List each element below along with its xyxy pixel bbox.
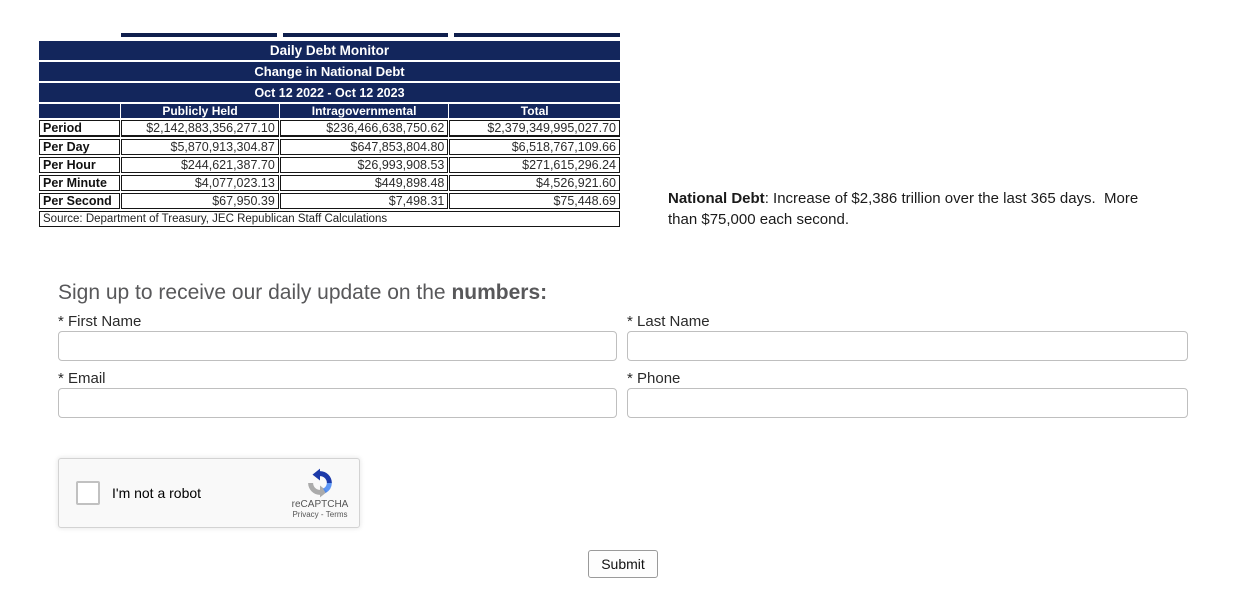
signup-heading: Sign up to receive our daily update on t… xyxy=(58,281,547,305)
national-debt-summary: National Debt: Increase of $2,386 trilli… xyxy=(668,188,1164,230)
cell-value: $449,898.48 xyxy=(279,175,449,191)
cell-value: $75,448.69 xyxy=(449,193,620,209)
recaptcha-brand: reCAPTCHA Privacy - Terms xyxy=(287,468,353,519)
recaptcha-checkbox-label: I'm not a robot xyxy=(112,485,202,501)
signup-heading-normal: Sign up to receive our daily update on t… xyxy=(58,281,452,304)
email-input[interactable] xyxy=(58,388,617,418)
first-name-label: * First Name xyxy=(58,313,142,330)
cell-value: $4,526,921.60 xyxy=(449,175,620,191)
phone-input[interactable] xyxy=(627,388,1188,418)
row-label: Per Day xyxy=(39,139,121,155)
recaptcha-terms-link[interactable]: Terms xyxy=(326,510,348,519)
row-label: Per Second xyxy=(39,193,121,209)
top-bar-segment xyxy=(121,33,277,37)
signup-form: * First Name * Last Name * Email * Phone xyxy=(58,312,1188,418)
top-bar-segment xyxy=(283,33,448,37)
table-subtitle: Change in National Debt xyxy=(39,62,620,81)
table-top-border-bars xyxy=(121,33,621,37)
cell-value: $2,142,883,356,277.10 xyxy=(121,120,279,137)
column-header-publicly-held: Publicly Held xyxy=(121,104,279,118)
recaptcha-checkbox[interactable] xyxy=(76,481,100,505)
recaptcha-widget: I'm not a robot reCAPTCHA Privacy - Term… xyxy=(58,458,360,528)
first-name-input[interactable] xyxy=(58,331,617,361)
column-header-intragovernmental: Intragovernmental xyxy=(279,104,449,118)
submit-button[interactable]: Submit xyxy=(588,550,658,578)
table-row: Per Second $67,950.39 $7,498.31 $75,448.… xyxy=(39,193,620,209)
recaptcha-logo-icon xyxy=(308,468,332,497)
table-title: Daily Debt Monitor xyxy=(39,41,620,60)
daily-debt-monitor-table: Daily Debt Monitor Change in National De… xyxy=(38,33,621,229)
table-row: Period $2,142,883,356,277.10 $236,466,63… xyxy=(39,120,620,137)
row-label: Period xyxy=(39,120,121,137)
table-row: Per Day $5,870,913,304.87 $647,853,804.8… xyxy=(39,139,620,155)
last-name-input[interactable] xyxy=(627,331,1188,361)
cell-value: $236,466,638,750.62 xyxy=(279,120,449,137)
recaptcha-links: Privacy - Terms xyxy=(292,510,347,519)
signup-heading-bold: numbers: xyxy=(451,281,548,304)
cell-value: $647,853,804.80 xyxy=(279,139,449,155)
summary-label: National Debt xyxy=(668,190,765,207)
table-date-range: Oct 12 2022 - Oct 12 2023 xyxy=(39,83,620,102)
cell-value: $7,498.31 xyxy=(279,193,449,209)
last-name-label: * Last Name xyxy=(627,313,710,330)
phone-label: * Phone xyxy=(627,370,681,387)
cell-value: $5,870,913,304.87 xyxy=(121,139,279,155)
cell-value: $26,993,908.53 xyxy=(279,157,449,173)
cell-value: $2,379,349,995,027.70 xyxy=(449,120,620,137)
row-label: Per Hour xyxy=(39,157,121,173)
cell-value: $244,621,387.70 xyxy=(121,157,279,173)
email-label: * Email xyxy=(58,370,106,387)
top-bar-segment xyxy=(454,33,620,37)
table-source-note: Source: Department of Treasury, JEC Repu… xyxy=(39,211,620,227)
table-row: Per Hour $244,621,387.70 $26,993,908.53 … xyxy=(39,157,620,173)
cell-value: $67,950.39 xyxy=(121,193,279,209)
cell-value: $6,518,767,109.66 xyxy=(449,139,620,155)
row-label: Per Minute xyxy=(39,175,121,191)
table-row: Per Minute $4,077,023.13 $449,898.48 $4,… xyxy=(39,175,620,191)
recaptcha-privacy-link[interactable]: Privacy xyxy=(292,510,318,519)
cell-value: $4,077,023.13 xyxy=(121,175,279,191)
column-header-empty xyxy=(39,104,121,118)
recaptcha-brand-name: reCAPTCHA xyxy=(291,498,349,510)
page: Daily Debt Monitor Change in National De… xyxy=(0,0,1233,608)
cell-value: $271,615,296.24 xyxy=(449,157,620,173)
recaptcha-link-separator: - xyxy=(318,509,326,519)
column-header-total: Total xyxy=(449,104,620,118)
